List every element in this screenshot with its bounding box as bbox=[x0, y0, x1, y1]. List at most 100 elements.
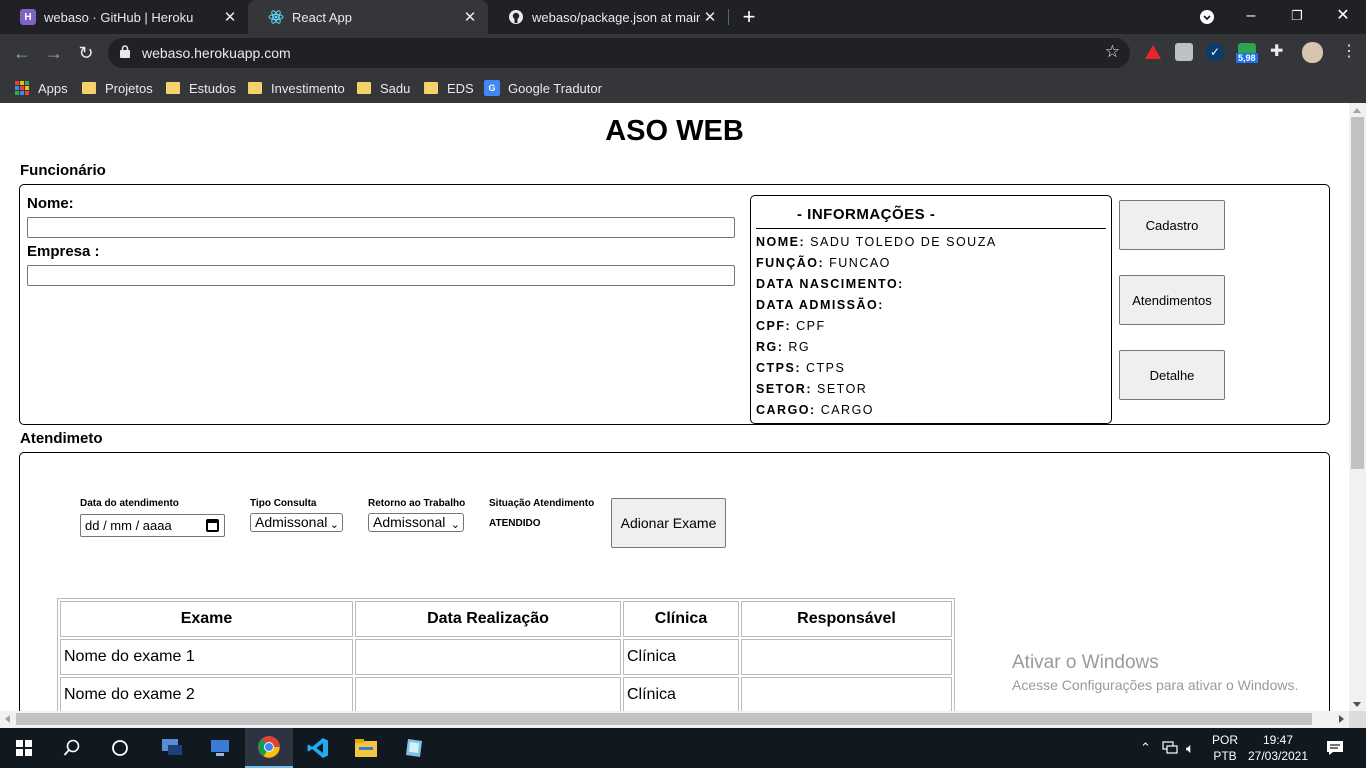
atendimentos-button[interactable]: Atendimentos bbox=[1119, 275, 1225, 325]
info-row-data-nascimento: DATA NASCIMENTO: bbox=[756, 277, 904, 291]
tab-react-app[interactable]: React App ✕ bbox=[248, 0, 488, 34]
volume-icon[interactable]: 🔈︎ bbox=[1186, 728, 1194, 768]
chrome-icon[interactable] bbox=[245, 728, 293, 768]
info-value: CTPS bbox=[805, 361, 846, 375]
new-tab-button[interactable]: + bbox=[738, 5, 760, 29]
situacao-atendimento-value: ATENDIDO bbox=[489, 518, 541, 529]
scroll-down-icon[interactable] bbox=[1353, 702, 1361, 707]
show-hidden-icons[interactable]: ⌃ bbox=[1140, 728, 1151, 768]
remote-desktop-icon[interactable] bbox=[196, 728, 244, 768]
file-explorer-icon[interactable] bbox=[342, 728, 390, 768]
bookmark-projetos[interactable]: Projetos bbox=[82, 77, 153, 99]
scroll-left-icon[interactable] bbox=[5, 715, 10, 723]
network-tray-icon[interactable] bbox=[1162, 728, 1178, 768]
info-label: FUNÇÃO: bbox=[756, 256, 825, 270]
cell-clinica: Clínica bbox=[623, 677, 739, 711]
bookmark-label: Sadu bbox=[380, 80, 411, 96]
menu-kebab-icon[interactable]: ⋮ bbox=[1340, 43, 1358, 61]
start-windows-icon[interactable] bbox=[0, 728, 48, 768]
browser-tab-bar: H webaso · GitHub | Heroku ✕ React App ✕… bbox=[0, 0, 1366, 34]
table-row[interactable]: Nome do exame 1 Clínica bbox=[60, 639, 952, 675]
scrollbar-thumb[interactable] bbox=[1351, 117, 1364, 469]
vertical-scrollbar[interactable] bbox=[1349, 103, 1366, 711]
clock-date: 27/03/2021 bbox=[1247, 749, 1309, 763]
minimize-icon[interactable]: – bbox=[1228, 0, 1274, 34]
profile-avatar[interactable] bbox=[1302, 42, 1323, 63]
folder-icon bbox=[424, 82, 438, 94]
extensions-puzzle-icon[interactable]: ✚ bbox=[1270, 43, 1288, 61]
bookmark-google-tradutor[interactable]: G Google Tradutor bbox=[484, 77, 602, 99]
activate-windows-watermark: Ativar o Windows Acesse Configurações pa… bbox=[1012, 652, 1298, 693]
notes-app-icon[interactable] bbox=[390, 728, 438, 768]
vscode-icon[interactable] bbox=[294, 728, 342, 768]
data-atendimento-input[interactable]: dd / mm / aaaa bbox=[80, 514, 225, 537]
close-tab-icon[interactable]: ✕ bbox=[700, 8, 720, 26]
empresa-input[interactable] bbox=[27, 265, 735, 286]
cell-clinica: Clínica bbox=[623, 639, 739, 675]
funcionario-panel: Nome: Empresa : - INFORMAÇÕES - NOME: SA… bbox=[19, 184, 1330, 425]
table-row[interactable]: Nome do exame 2 Clínica bbox=[60, 677, 952, 711]
apps-grid-icon bbox=[15, 81, 29, 95]
calendar-icon[interactable] bbox=[206, 519, 219, 532]
bookmark-eds[interactable]: EDS bbox=[424, 77, 474, 99]
clock[interactable]: 19:47 27/03/2021 bbox=[1246, 728, 1310, 768]
back-icon[interactable]: ← bbox=[9, 40, 35, 66]
forward-icon[interactable]: → bbox=[41, 40, 67, 66]
task-view-icon[interactable] bbox=[96, 728, 144, 768]
google-translate-icon: G bbox=[484, 80, 500, 96]
bookmark-star-icon[interactable]: ☆ bbox=[1105, 42, 1120, 62]
scrollbar-thumb[interactable] bbox=[16, 713, 1312, 725]
info-row-ctps: CTPS: CTPS bbox=[756, 361, 845, 375]
column-header-clinica: Clínica bbox=[623, 601, 739, 637]
cadastro-button[interactable]: Cadastro bbox=[1119, 200, 1225, 250]
info-row-nome: NOME: SADU TOLEDO DE SOUZA bbox=[756, 235, 997, 249]
detalhe-button[interactable]: Detalhe bbox=[1119, 350, 1225, 400]
cell-responsavel bbox=[741, 677, 952, 711]
tab-webaso-github-heroku[interactable]: H webaso · GitHub | Heroku ✕ bbox=[0, 0, 248, 34]
bookmark-investimento[interactable]: Investimento bbox=[248, 77, 345, 99]
price-extension-icon[interactable]: 5,98 bbox=[1236, 43, 1258, 63]
atendimento-section-label: Atendimeto bbox=[20, 430, 103, 447]
window-close-icon[interactable]: ✕ bbox=[1320, 0, 1366, 34]
notifications-icon[interactable] bbox=[1320, 728, 1350, 768]
network-app-icon[interactable] bbox=[148, 728, 196, 768]
bookmark-label: Apps bbox=[38, 80, 68, 96]
info-label: CARGO: bbox=[756, 403, 816, 417]
tab-title: webaso/package.json at main · sa bbox=[532, 9, 700, 25]
tab-title: webaso · GitHub | Heroku bbox=[44, 9, 194, 25]
scroll-right-icon[interactable] bbox=[1339, 715, 1344, 723]
info-row-cpf: CPF: CPF bbox=[756, 319, 826, 333]
search-icon[interactable] bbox=[48, 728, 96, 768]
language-indicator[interactable]: POR PTB bbox=[1210, 728, 1240, 768]
restore-icon[interactable]: ❐ bbox=[1274, 0, 1320, 34]
bookmark-estudos[interactable]: Estudos bbox=[166, 77, 236, 99]
tab-search-icon[interactable] bbox=[1184, 0, 1230, 34]
folder-icon bbox=[82, 82, 96, 94]
address-bar[interactable]: webaso.herokuapp.com ☆ bbox=[108, 38, 1130, 68]
chevron-down-icon: ⌄ bbox=[450, 519, 460, 531]
windows-taskbar: ⌃ 🔈︎ POR PTB 19:47 27/03/2021 bbox=[0, 728, 1366, 768]
extension-icon[interactable] bbox=[1175, 43, 1193, 61]
column-header-exame: Exame bbox=[60, 601, 353, 637]
situacao-atendimento-label: Situação Atendimento bbox=[489, 498, 595, 509]
retorno-trabalho-select[interactable]: Admissonal ⌄ bbox=[368, 513, 464, 532]
check-extension-icon[interactable]: ✓ bbox=[1206, 43, 1224, 61]
bookmark-apps[interactable]: Apps bbox=[15, 77, 68, 99]
exames-table: Exame Data Realização Clínica Responsáve… bbox=[57, 598, 955, 711]
close-tab-icon[interactable]: ✕ bbox=[460, 8, 480, 26]
horizontal-scrollbar[interactable] bbox=[0, 711, 1349, 728]
scroll-up-icon[interactable] bbox=[1353, 108, 1361, 113]
tipo-consulta-select[interactable]: Admissonal ⌄ bbox=[250, 513, 343, 532]
info-value: RG bbox=[788, 340, 811, 354]
reload-icon[interactable]: ↻ bbox=[73, 40, 99, 66]
divider bbox=[756, 228, 1106, 229]
adicionar-exame-button[interactable]: Adionar Exame bbox=[611, 498, 726, 548]
bookmark-sadu[interactable]: Sadu bbox=[357, 77, 410, 99]
tab-package-json[interactable]: webaso/package.json at main · sa ✕ bbox=[488, 0, 728, 34]
close-tab-icon[interactable]: ✕ bbox=[220, 8, 240, 26]
github-icon bbox=[508, 9, 524, 25]
warning-extension-icon[interactable] bbox=[1144, 43, 1162, 61]
info-row-rg: RG: RG bbox=[756, 340, 810, 354]
tab-separator bbox=[728, 9, 729, 25]
nome-input[interactable] bbox=[27, 217, 735, 238]
